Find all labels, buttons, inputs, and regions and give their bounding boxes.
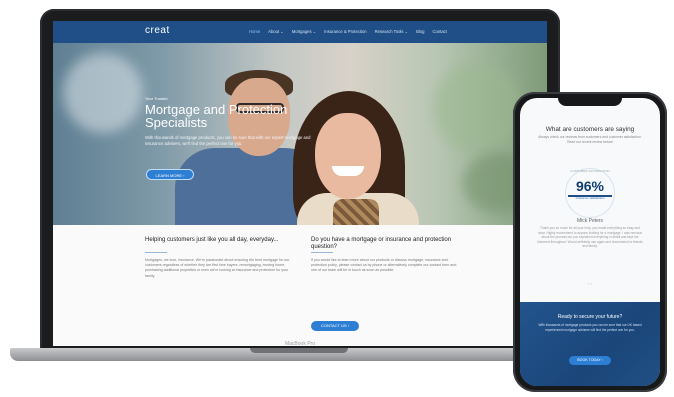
left-column-text: Mortgages, we love, insurance. We're pas…	[145, 258, 290, 278]
right-column-text: If you would like to learn more about ou…	[311, 258, 457, 273]
phone-section-subtitle: Always check our reviews from customers …	[538, 135, 642, 144]
site-navbar: creat Home About ⌄ Mortgages ⌄ Insurance…	[53, 21, 547, 43]
menu-item-insurance[interactable]: Insurance & Protection	[324, 29, 366, 35]
testimonial-text: Thank you so much for all your help, you…	[537, 226, 643, 249]
bokeh-light	[63, 53, 143, 133]
satisfaction-percent: 96%	[575, 178, 605, 194]
right-column-title: Do you have a mortgage or insurance and …	[311, 237, 452, 250]
laptop-brand-label: MacBook Pro	[284, 341, 315, 347]
cta-title: Ready to secure your future?	[557, 314, 623, 320]
content-section: Helping customers just like you all day,…	[53, 225, 547, 346]
hero-eyebrow: Your Trusted	[145, 96, 168, 101]
menu-item-research-tools[interactable]: Research Tools ⌄	[375, 29, 408, 35]
laptop-hinge-notch	[250, 348, 348, 353]
hero-title: Mortgage and Protection Specialists	[145, 102, 288, 130]
hero-section: Your Trusted Mortgage and Protection Spe…	[53, 43, 547, 225]
menu-item-home[interactable]: Home	[249, 29, 260, 35]
hero-text: With thousands of mortgage products, you…	[145, 135, 311, 146]
menu-item-blog[interactable]: Blog	[416, 29, 424, 35]
bokeh-light	[433, 63, 523, 153]
site-logo[interactable]: creat	[145, 25, 170, 36]
laptop-screen: creat Home About ⌄ Mortgages ⌄ Insurance…	[53, 21, 547, 346]
phone-screen: What are customers are saying Always che…	[520, 98, 660, 386]
device-mockup: creat Home About ⌄ Mortgages ⌄ Insurance…	[0, 0, 674, 397]
satisfaction-ring-label: CUSTOMER SATISFACTION	[570, 169, 610, 173]
learn-more-button[interactable]: LEARN MORE ›	[146, 169, 194, 180]
menu-item-mortgages[interactable]: Mortgages ⌄	[292, 29, 316, 35]
testimonial-nav-arrows[interactable]: ‹ ›	[520, 281, 660, 286]
menu-item-contact[interactable]: Contact	[433, 29, 447, 35]
contact-us-button[interactable]: CONTACT US ›	[311, 321, 359, 331]
cta-text: With thousands of mortgage products you …	[538, 323, 642, 332]
hero-photo-smile	[332, 166, 364, 176]
testimonial-author: Mick Peters	[576, 218, 604, 224]
phone-section-title: What are customers are saying	[545, 126, 635, 133]
book-today-button[interactable]: BOOK TODAY ›	[569, 356, 611, 365]
left-column-title: Helping customers just like you all day,…	[145, 237, 279, 243]
main-menu: Home About ⌄ Mortgages ⌄ Insurance & Pro…	[249, 29, 447, 35]
right-column-divider	[311, 252, 333, 253]
phone-notch	[558, 98, 622, 106]
hero-photo-scarf	[333, 199, 379, 225]
satisfaction-label: Customer satisfaction	[575, 196, 605, 200]
menu-item-about[interactable]: About ⌄	[268, 29, 284, 35]
left-column-divider	[145, 252, 167, 253]
